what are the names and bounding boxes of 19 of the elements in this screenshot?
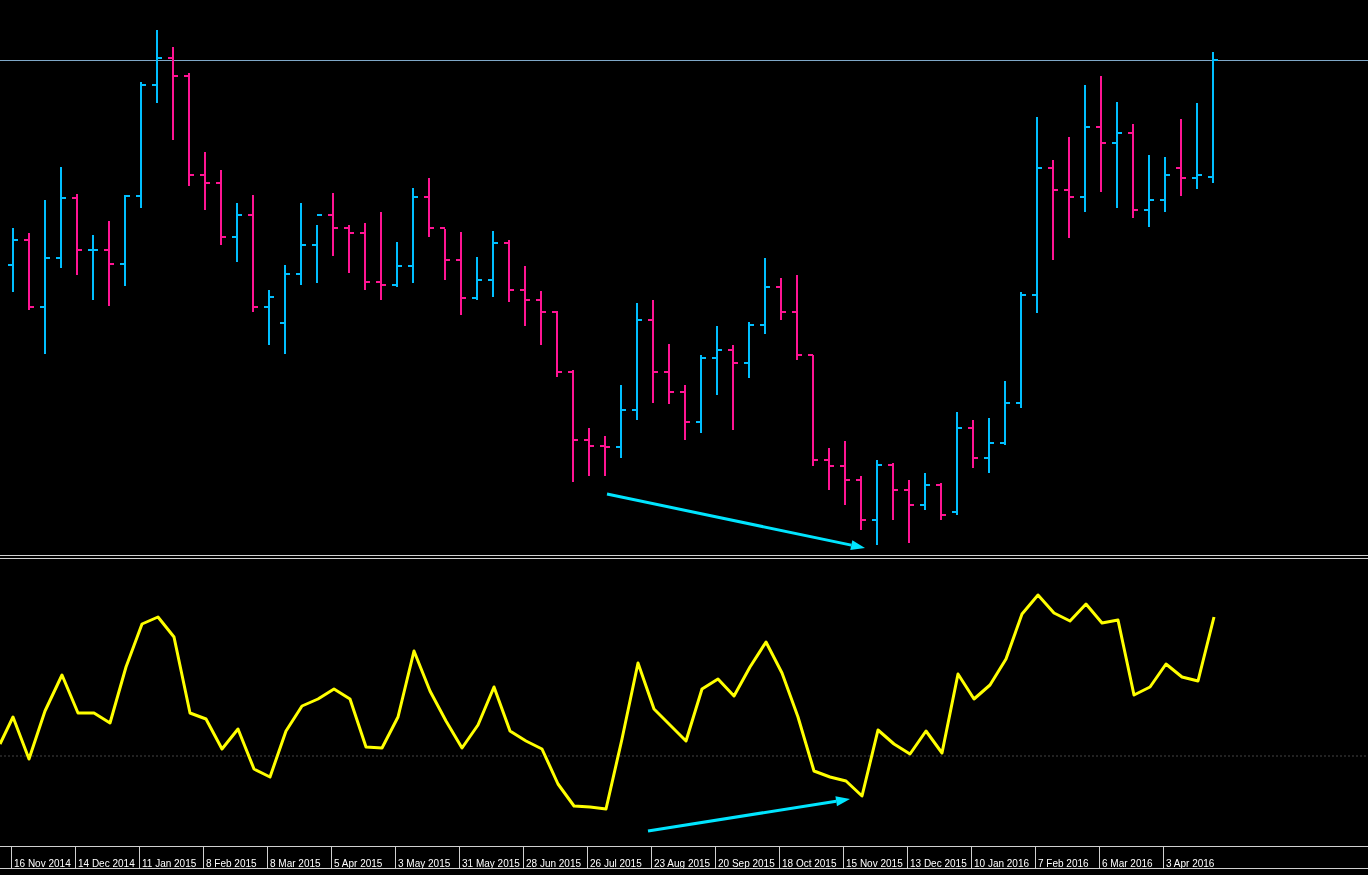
date-label: 6 Mar 2016 <box>1102 858 1153 869</box>
date-label: 7 Feb 2016 <box>1038 858 1089 869</box>
date-label: 10 Jan 2016 <box>974 858 1030 869</box>
date-label: 5 Apr 2015 <box>334 858 383 869</box>
date-label: 31 May 2015 <box>462 858 520 869</box>
date-label: 3 Apr 2016 <box>1166 858 1215 869</box>
date-label: 28 Jun 2015 <box>526 858 582 869</box>
date-label: 15 Nov 2015 <box>846 858 903 869</box>
date-label: 11 Jan 2015 <box>142 858 197 869</box>
date-label: 13 Dec 2015 <box>910 858 967 869</box>
date-label: 8 Mar 2015 <box>270 858 321 869</box>
date-label: 14 Dec 2014 <box>78 858 135 869</box>
date-label: 18 Oct 2015 <box>782 858 837 869</box>
date-label: 16 Nov 2014 <box>14 858 71 869</box>
date-label: 26 Jul 2015 <box>590 858 642 869</box>
date-label: 3 May 2015 <box>398 858 451 869</box>
date-label: 20 Sep 2015 <box>718 858 775 869</box>
date-label: 8 Feb 2015 <box>206 858 257 869</box>
date-label: 23 Aug 2015 <box>654 858 711 869</box>
